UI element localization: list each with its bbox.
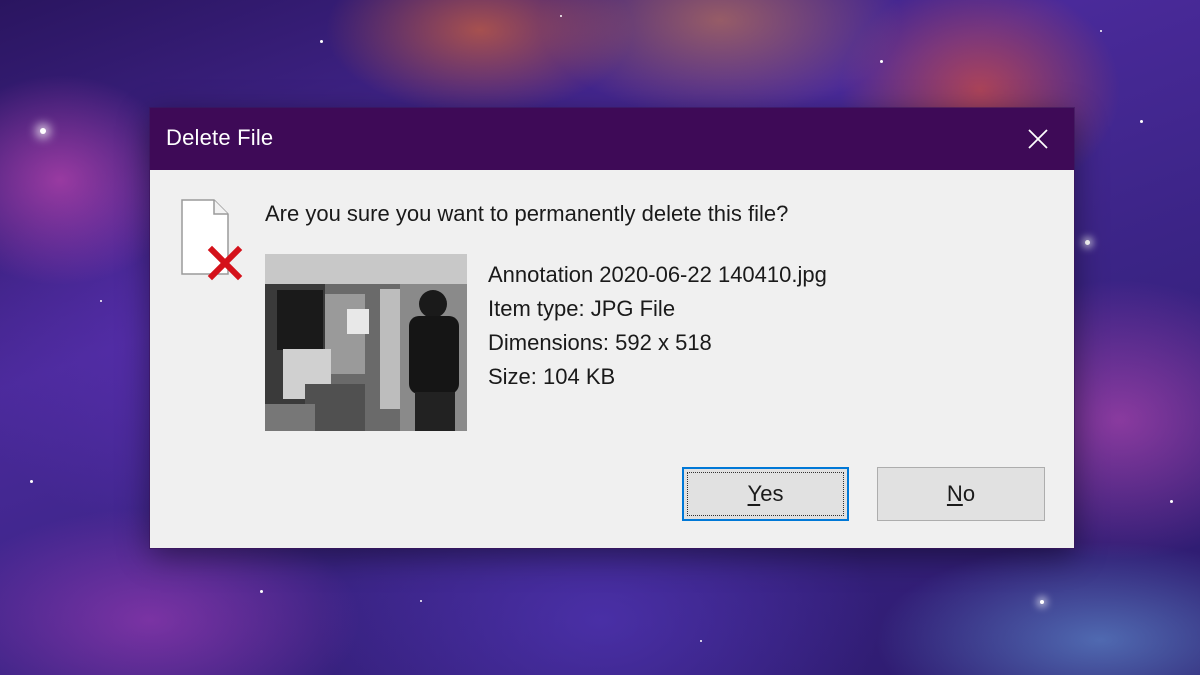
file-name: Annotation 2020-06-22 140410.jpg bbox=[488, 262, 827, 287]
star bbox=[420, 600, 422, 602]
close-icon bbox=[1028, 129, 1048, 149]
yes-button[interactable]: Yes bbox=[682, 467, 849, 521]
star bbox=[260, 590, 263, 593]
file-dimensions: Dimensions: 592 x 518 bbox=[488, 330, 712, 355]
confirm-question: Are you sure you want to permanently del… bbox=[265, 201, 789, 226]
yes-button-label: Yes bbox=[748, 481, 784, 507]
file-size: Size: 104 KB bbox=[488, 364, 616, 389]
yes-label-rest: es bbox=[760, 481, 784, 506]
title-bar[interactable]: Delete File bbox=[150, 108, 1074, 170]
yes-accelerator-key: Y bbox=[747, 481, 761, 506]
star bbox=[1170, 500, 1173, 503]
star bbox=[100, 300, 102, 302]
no-label-rest: o bbox=[962, 481, 976, 506]
file-icon bbox=[181, 199, 243, 281]
star bbox=[1100, 30, 1102, 32]
star bbox=[700, 640, 702, 642]
no-button[interactable]: No bbox=[877, 467, 1045, 521]
star bbox=[880, 60, 883, 63]
dialog-title: Delete File bbox=[166, 125, 274, 150]
star bbox=[40, 128, 46, 134]
star bbox=[320, 40, 323, 43]
star bbox=[1040, 600, 1044, 604]
image-thumbnail bbox=[265, 254, 467, 431]
close-button[interactable] bbox=[1002, 108, 1074, 170]
no-accelerator-key: N bbox=[946, 481, 963, 506]
star bbox=[1140, 120, 1143, 123]
star bbox=[560, 15, 562, 17]
star bbox=[1085, 240, 1090, 245]
star bbox=[30, 480, 33, 483]
file-delete-icon bbox=[180, 198, 244, 282]
file-details: Annotation 2020-06-22 140410.jpg Item ty… bbox=[488, 258, 827, 394]
file-item-type: Item type: JPG File bbox=[488, 296, 676, 321]
delete-file-dialog: Delete File Are you sure you want to per… bbox=[150, 108, 1074, 548]
no-button-label: No bbox=[947, 481, 975, 507]
